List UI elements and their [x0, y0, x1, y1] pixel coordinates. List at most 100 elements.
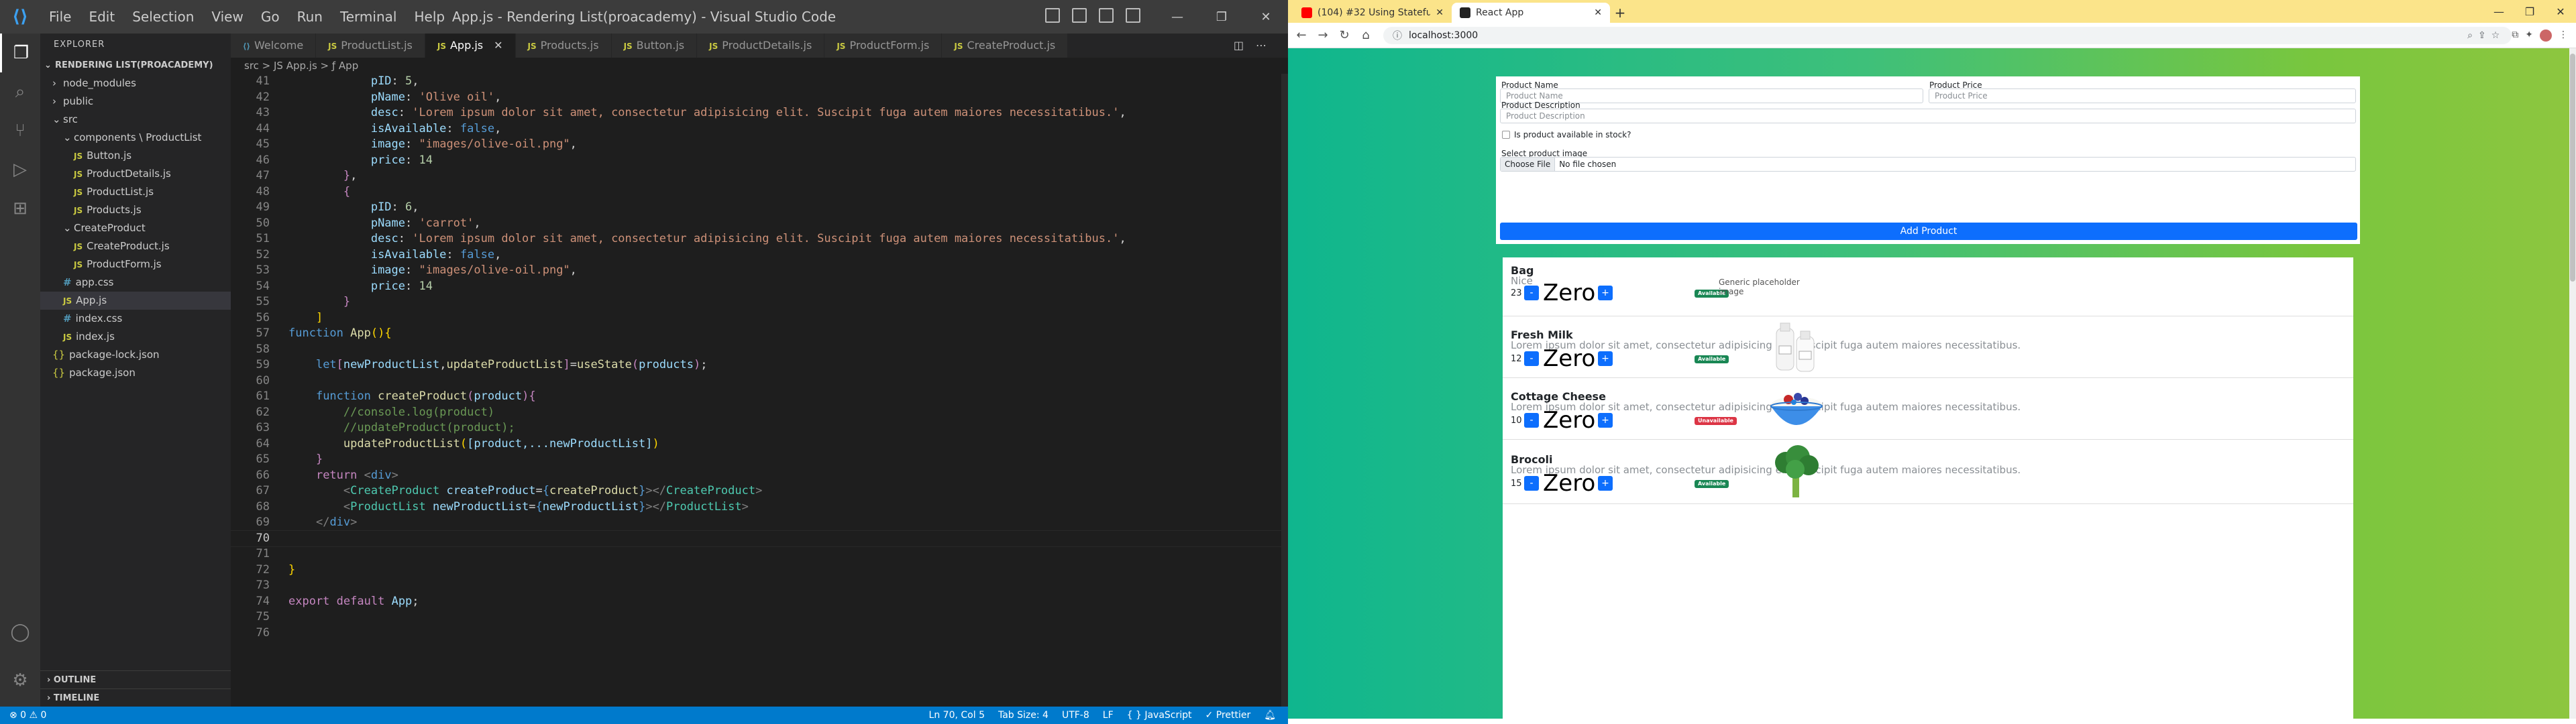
- account-icon[interactable]: ◯: [0, 613, 40, 652]
- file-tree-item[interactable]: JS ProductList.js: [40, 183, 231, 201]
- share-icon[interactable]: ⇪: [2478, 30, 2491, 41]
- file-tree-item[interactable]: JS Products.js: [40, 201, 231, 219]
- toggle-secondary-sidebar-icon[interactable]: [1099, 8, 1114, 23]
- code-line[interactable]: 62 //console.log(product): [231, 405, 1288, 421]
- extension-icon[interactable]: ⧉: [2512, 29, 2518, 42]
- code-line[interactable]: 74 export default App;: [231, 594, 1288, 610]
- file-tree-item[interactable]: JS Button.js: [40, 147, 231, 165]
- menu-selection[interactable]: Selection: [123, 9, 203, 25]
- back-icon[interactable]: ←: [1293, 28, 1309, 42]
- code-line[interactable]: 46 price: 14: [231, 153, 1288, 169]
- code-line[interactable]: 48 {: [231, 184, 1288, 200]
- address-bar[interactable]: ⓘ localhost:3000 ⌕⇪☆: [1383, 26, 2512, 44]
- close-tab-icon[interactable]: ✕: [1436, 7, 1444, 18]
- file-tree-item[interactable]: JS index.js: [40, 328, 231, 346]
- editor-tab[interactable]: JS ProductForm.js: [824, 34, 943, 58]
- editor-tab[interactable]: ⟨⟩ Welcome: [231, 34, 317, 58]
- breadcrumb[interactable]: src > JS App.js > ƒ App: [231, 58, 1288, 74]
- browser-tab[interactable]: (104) #32 Using Stateful List in R ✕: [1293, 3, 1452, 23]
- minimize-icon[interactable]: —: [1155, 0, 1199, 34]
- product-description-input[interactable]: Product Description: [1500, 109, 2356, 123]
- code-line[interactable]: 72}: [231, 562, 1288, 579]
- customize-layout-icon[interactable]: [1126, 8, 1140, 23]
- profile-avatar[interactable]: [2540, 29, 2552, 42]
- code-line[interactable]: 51 desc: 'Lorem ipsum dolor sit amet, co…: [231, 231, 1288, 247]
- code-line[interactable]: 64 updateProductList([product,...newProd…: [231, 436, 1288, 452]
- toggle-panel-icon[interactable]: [1072, 8, 1087, 23]
- code-line[interactable]: 44 isAvailable: false,: [231, 121, 1288, 137]
- new-tab-button[interactable]: +: [1610, 3, 1630, 23]
- code-line[interactable]: 61 function createProduct(product){: [231, 389, 1288, 405]
- restore-icon[interactable]: ❐: [1199, 0, 1244, 34]
- menu-file[interactable]: File: [40, 9, 80, 25]
- in-stock-checkbox[interactable]: [1502, 131, 1510, 139]
- code-line[interactable]: 52 isAvailable: false,: [231, 247, 1288, 263]
- code-line[interactable]: 47 },: [231, 168, 1288, 184]
- code-line[interactable]: 45 image: "images/olive-oil.png",: [231, 137, 1288, 153]
- code-line[interactable]: 71: [231, 546, 1288, 562]
- bookmark-star-icon[interactable]: ☆: [2491, 30, 2506, 41]
- restore-icon[interactable]: ❐: [2514, 0, 2545, 23]
- code-line[interactable]: 57 function App(){: [231, 326, 1288, 342]
- code-line[interactable]: 68 <ProductList newProductList={newProdu…: [231, 499, 1288, 516]
- explorer-icon[interactable]: ❐: [0, 34, 40, 72]
- code-line[interactable]: 67 <CreateProduct createProduct={createP…: [231, 483, 1288, 499]
- status-item[interactable]: { } JavaScript: [1127, 710, 1192, 721]
- editor-tab[interactable]: JS ProductList.js: [316, 34, 425, 58]
- file-tree-item[interactable]: › node_modules: [40, 74, 231, 93]
- code-line[interactable]: 50 pName: 'carrot',: [231, 216, 1288, 232]
- increase-quantity-button[interactable]: +: [1598, 351, 1613, 366]
- status-item[interactable]: UTF-8: [1062, 710, 1089, 721]
- file-tree-item[interactable]: {} package.json: [40, 364, 231, 382]
- status-item[interactable]: LF: [1103, 710, 1114, 721]
- source-control-icon[interactable]: ⑂: [0, 111, 40, 150]
- code-line[interactable]: 76: [231, 625, 1288, 642]
- decrease-quantity-button[interactable]: -: [1524, 351, 1539, 366]
- decrease-quantity-button[interactable]: -: [1524, 476, 1539, 491]
- home-icon[interactable]: ⌂: [1358, 28, 1374, 42]
- puzzle-icon[interactable]: ✦: [2525, 29, 2533, 42]
- file-tree-item[interactable]: # app.css: [40, 274, 231, 292]
- code-line[interactable]: 69 </div>: [231, 515, 1288, 531]
- file-tree-item[interactable]: JS ProductDetails.js: [40, 165, 231, 183]
- code-line[interactable]: 59 let[newProductList,updateProductList]…: [231, 357, 1288, 373]
- file-tree-item[interactable]: JS App.js: [40, 292, 231, 310]
- page-scrollbar[interactable]: [2569, 48, 2576, 719]
- status-item[interactable]: Tab Size: 4: [998, 710, 1049, 721]
- increase-quantity-button[interactable]: +: [1598, 413, 1613, 428]
- menu-terminal[interactable]: Terminal: [331, 9, 406, 25]
- more-actions-icon[interactable]: ⋯: [1256, 39, 1279, 52]
- code-editor[interactable]: 41 pID: 5, 42 pName: 'Olive oil', 43 desc:…: [231, 74, 1288, 707]
- decrease-quantity-button[interactable]: -: [1524, 286, 1539, 300]
- file-tree-item[interactable]: › public: [40, 93, 231, 111]
- product-image-file-input[interactable]: Choose File No file chosen: [1500, 157, 2356, 172]
- search-icon[interactable]: ⌕: [0, 72, 40, 111]
- status-item[interactable]: ✓ Prettier: [1205, 710, 1251, 721]
- code-line[interactable]: 55 }: [231, 294, 1288, 310]
- split-editor-icon[interactable]: ◫: [1234, 39, 1256, 52]
- increase-quantity-button[interactable]: +: [1598, 286, 1613, 300]
- product-price-input[interactable]: Product Price: [1929, 88, 2356, 103]
- editor-tab[interactable]: JS App.js ✕: [425, 34, 516, 58]
- close-tab-icon[interactable]: ✕: [494, 39, 502, 52]
- file-tree-item[interactable]: ⌄ components \ ProductList: [40, 129, 231, 147]
- code-line[interactable]: 43 desc: 'Lorem ipsum dolor sit amet, co…: [231, 105, 1288, 121]
- project-root[interactable]: ⌄ RENDERING LIST(PROACADEMY): [40, 56, 231, 74]
- run-debug-icon[interactable]: ▷: [0, 150, 40, 189]
- close-tab-icon[interactable]: ✕: [1594, 7, 1602, 18]
- code-line[interactable]: 65 }: [231, 452, 1288, 468]
- choose-file-button[interactable]: Choose File: [1501, 158, 1556, 171]
- code-line[interactable]: 63 //updateProduct(product);: [231, 420, 1288, 436]
- code-line[interactable]: 56 ]: [231, 310, 1288, 326]
- code-line[interactable]: 54 price: 14: [231, 279, 1288, 295]
- code-line[interactable]: 66 return <div>: [231, 468, 1288, 484]
- code-line[interactable]: 41 pID: 5,: [231, 74, 1288, 90]
- bell-icon[interactable]: 🔔︎: [1264, 710, 1276, 721]
- editor-tab[interactable]: JS Products.js: [515, 34, 612, 58]
- timeline-section[interactable]: › TIMELINE: [40, 688, 231, 707]
- file-tree-item[interactable]: # index.css: [40, 310, 231, 328]
- file-tree-item[interactable]: JS ProductForm.js: [40, 255, 231, 274]
- editor-scrollbar[interactable]: [1281, 74, 1288, 707]
- outline-section[interactable]: › OUTLINE: [40, 670, 231, 688]
- file-tree-item[interactable]: ⌄ src: [40, 111, 231, 129]
